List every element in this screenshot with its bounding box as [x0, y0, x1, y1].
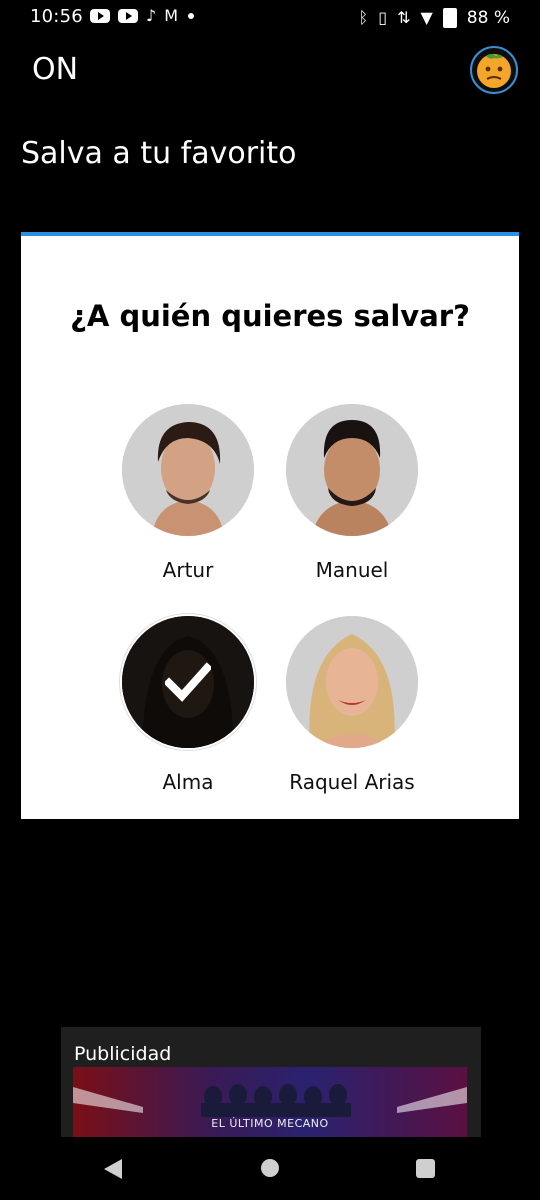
youtube-icon: [90, 9, 110, 23]
ad-label: Publicidad: [74, 1043, 172, 1065]
poll-card: ¿A quién quieres salvar? Artur Manuel Al…: [21, 232, 519, 819]
system-nav-bar: [0, 1137, 540, 1200]
candidate-name: Alma: [162, 770, 214, 794]
candidate-manuel[interactable]: Manuel: [257, 404, 447, 582]
candidate-raquel-arias[interactable]: Raquel Arias: [257, 616, 447, 794]
ad-banner-text: EL ÚLTIMO MECANO: [211, 1117, 329, 1130]
candidate-alma[interactable]: Alma: [93, 616, 283, 794]
page-title: Salva a tu favorito: [21, 136, 297, 171]
ad-banner[interactable]: EL ÚLTIMO MECANO: [73, 1067, 467, 1137]
candidate-photo[interactable]: [286, 404, 418, 536]
recents-icon[interactable]: [416, 1159, 435, 1178]
gmail-icon: M: [164, 6, 179, 25]
home-icon[interactable]: [261, 1159, 279, 1177]
app-title: ON: [32, 52, 79, 87]
selected-check-icon: [122, 616, 254, 748]
bluetooth-icon: ᛒ: [358, 8, 369, 27]
data-arrows-icon: ⇅: [397, 8, 411, 27]
profile-avatar-emoji-icon[interactable]: [470, 46, 518, 94]
candidate-artur[interactable]: Artur: [93, 404, 283, 582]
back-icon[interactable]: [104, 1159, 122, 1179]
dot-icon: [188, 13, 195, 19]
candidate-photo[interactable]: [122, 404, 254, 536]
youtube-icon: [118, 9, 138, 23]
tiktok-icon: ♪: [146, 6, 157, 25]
status-time: 10:56: [30, 6, 83, 27]
wifi-icon: ▼: [420, 8, 433, 27]
battery-percent: 88 %: [466, 8, 510, 28]
candidate-photo[interactable]: [122, 616, 254, 748]
system-icons: ᛒ ▯ ⇅ ▼ 88 %: [359, 8, 510, 28]
status-bar: 10:56 ♪ M ᛒ ▯ ⇅ ▼ 88 %: [0, 0, 540, 36]
ad-container[interactable]: Publicidad EL ÚLTIMO MECANO: [61, 1027, 481, 1137]
poll-question: ¿A quién quieres salvar?: [70, 299, 470, 333]
candidate-photo[interactable]: [286, 616, 418, 748]
candidate-name: Manuel: [315, 558, 389, 582]
notification-icons: ♪ M: [90, 6, 195, 25]
battery-icon: [442, 8, 457, 28]
candidate-name: Raquel Arias: [289, 770, 415, 794]
candidate-name: Artur: [162, 558, 214, 582]
vibrate-icon: ▯: [378, 8, 388, 27]
